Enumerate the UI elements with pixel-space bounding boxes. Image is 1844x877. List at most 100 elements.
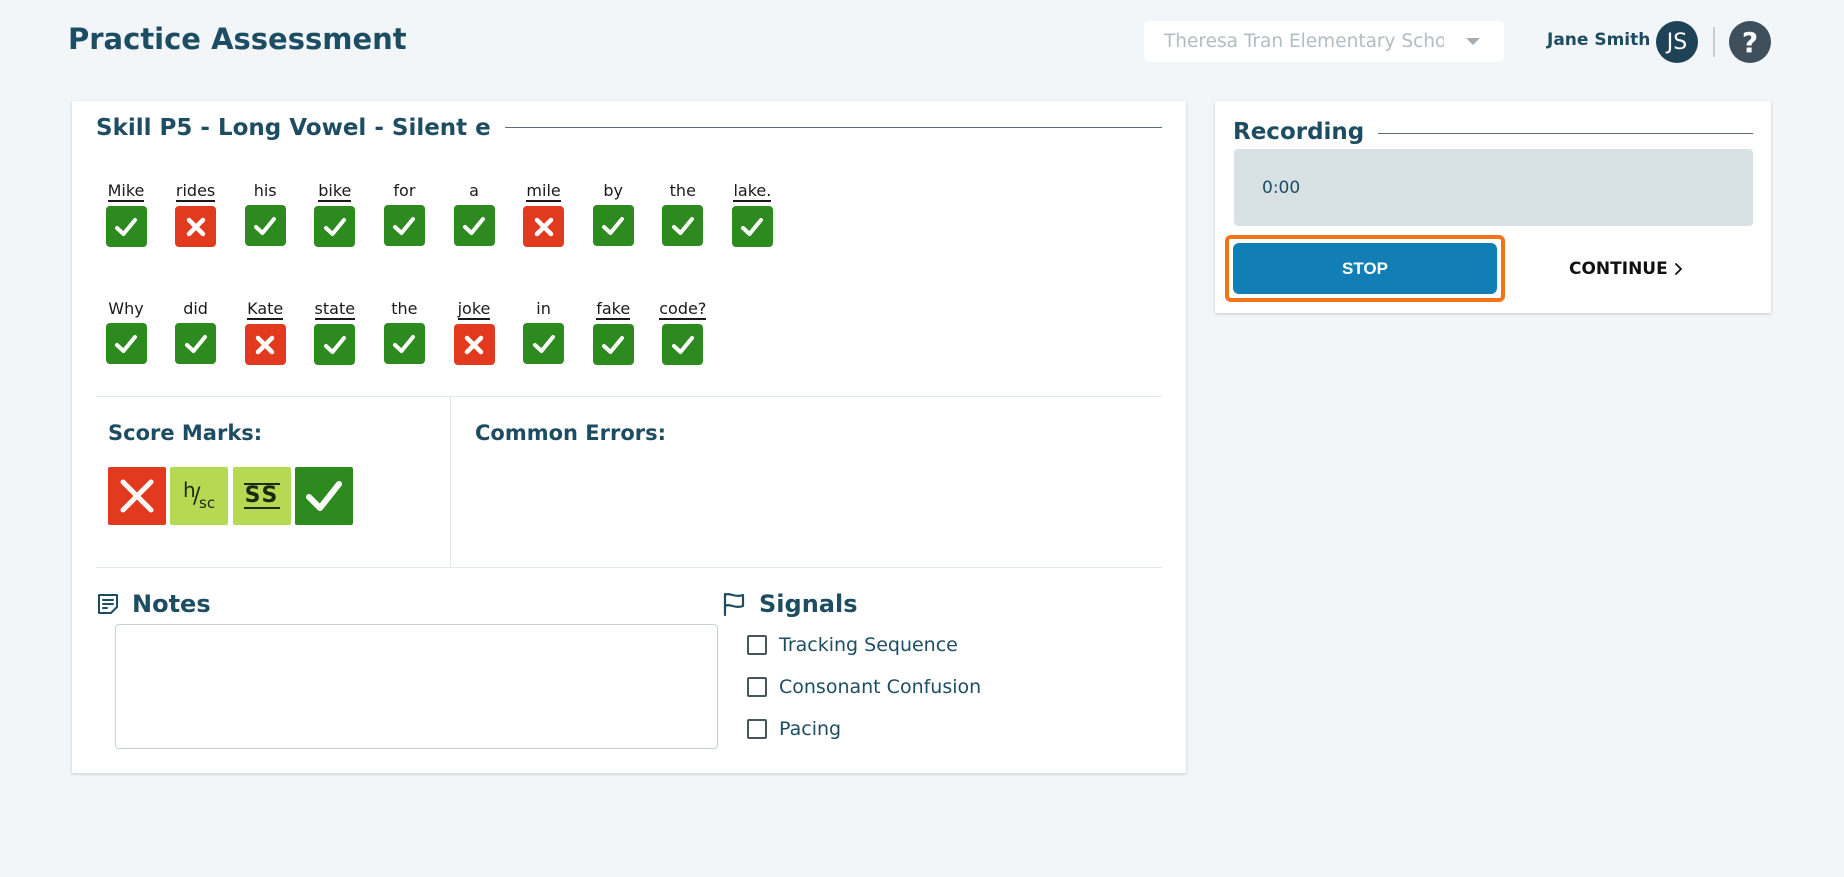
continue-button[interactable]: CONTINUE	[1569, 259, 1684, 279]
check-icon	[322, 214, 348, 240]
self-correct-bottom: sc	[199, 494, 216, 512]
word-text: Mike	[107, 181, 145, 202]
signal-label: Consonant Confusion	[779, 676, 982, 698]
word-correct-mark[interactable]	[105, 323, 147, 364]
signal-checkbox[interactable]	[747, 677, 767, 697]
word-item: lake.	[727, 181, 777, 247]
word-item: his	[240, 181, 290, 246]
word-correct-mark[interactable]	[175, 323, 217, 364]
word-correct-mark[interactable]	[453, 205, 495, 246]
word-text: mile	[526, 181, 561, 202]
section-divider	[96, 396, 1162, 397]
word-item: Kate	[240, 299, 290, 365]
signals-label: Signals	[759, 590, 858, 618]
check-icon	[252, 213, 278, 239]
word-correct-mark[interactable]	[662, 324, 704, 365]
word-item: bike	[310, 181, 360, 247]
x-icon	[532, 215, 556, 239]
check-icon	[183, 331, 209, 357]
continue-label: CONTINUE	[1569, 259, 1668, 279]
self-correct-icon: h / sc	[183, 478, 216, 512]
score-mark-sound-spell-button[interactable]: SS	[233, 467, 291, 525]
word-correct-mark[interactable]	[314, 206, 356, 247]
check-icon	[461, 213, 487, 239]
word-correct-mark[interactable]	[731, 206, 773, 247]
word-item: Mike	[101, 181, 151, 247]
signal-tracking-sequence[interactable]: Tracking Sequence	[747, 634, 958, 656]
word-error-mark[interactable]	[453, 324, 495, 365]
chevron-down-icon	[1466, 38, 1480, 45]
word-item: rides	[171, 181, 221, 247]
notes-label: Notes	[132, 590, 211, 618]
help-icon[interactable]: ?	[1729, 21, 1771, 63]
signal-pacing[interactable]: Pacing	[747, 718, 841, 740]
word-correct-mark[interactable]	[662, 205, 704, 246]
word-text: the	[391, 299, 418, 318]
word-item: code?	[658, 299, 708, 365]
check-icon	[113, 214, 139, 240]
notes-header: Notes	[96, 590, 211, 618]
signal-checkbox[interactable]	[747, 635, 767, 655]
sound-spell-label: SS	[243, 483, 281, 509]
check-icon	[600, 213, 626, 239]
word-correct-mark[interactable]	[105, 206, 147, 247]
recording-card: Recording 0:00 STOP CONTINUE	[1215, 101, 1771, 313]
word-text: state	[314, 299, 356, 320]
word-error-mark[interactable]	[523, 206, 565, 247]
check-icon	[739, 214, 765, 240]
timer-value: 0:00	[1262, 177, 1301, 198]
chevron-right-icon	[1674, 263, 1683, 275]
score-marks-label: Score Marks:	[108, 421, 263, 445]
school-select-value: Theresa Tran Elementary School	[1164, 31, 1444, 52]
word-correct-mark[interactable]	[383, 323, 425, 364]
signals-header: Signals	[721, 590, 857, 618]
notes-textarea[interactable]	[115, 624, 718, 749]
school-select[interactable]: Theresa Tran Elementary School	[1144, 21, 1504, 62]
word-item: Why	[101, 299, 151, 364]
word-text: joke	[457, 299, 491, 320]
stop-button-focus-ring: STOP	[1225, 235, 1505, 302]
check-icon	[531, 331, 557, 357]
x-icon	[253, 333, 277, 357]
word-correct-mark[interactable]	[244, 205, 286, 246]
recording-timer: 0:00	[1234, 149, 1753, 226]
word-text: for	[393, 181, 416, 200]
word-correct-mark[interactable]	[592, 205, 634, 246]
word-text: rides	[175, 181, 216, 202]
avatar[interactable]: JS	[1656, 21, 1698, 63]
score-mark-error-button[interactable]	[108, 467, 166, 525]
word-item: by	[588, 181, 638, 246]
word-correct-mark[interactable]	[314, 324, 356, 365]
assessment-card: Skill P5 - Long Vowel - Silent e Mike rid…	[72, 101, 1186, 773]
word-error-mark[interactable]	[244, 324, 286, 365]
score-mark-correct-button[interactable]	[295, 467, 353, 525]
word-correct-mark[interactable]	[523, 323, 565, 364]
header-divider	[1713, 27, 1715, 57]
signal-consonant-confusion[interactable]: Consonant Confusion	[747, 676, 981, 698]
word-item: a	[449, 181, 499, 246]
word-item: joke	[449, 299, 499, 365]
signal-checkbox[interactable]	[747, 719, 767, 739]
word-error-mark[interactable]	[175, 206, 217, 247]
score-mark-self-correct-button[interactable]: h / sc	[170, 467, 228, 525]
user-name: Jane Smith	[1547, 30, 1651, 50]
word-text: in	[536, 299, 551, 318]
word-item: mile	[519, 181, 569, 247]
word-correct-mark[interactable]	[383, 205, 425, 246]
x-icon	[120, 479, 154, 513]
word-text: a	[469, 181, 479, 200]
stop-button[interactable]: STOP	[1233, 243, 1497, 294]
x-icon	[184, 215, 208, 239]
flag-icon	[723, 592, 745, 617]
word-text: his	[253, 181, 277, 200]
section-divider-vertical	[450, 397, 451, 567]
word-text: Why	[108, 299, 144, 318]
word-correct-mark[interactable]	[592, 324, 634, 365]
word-item: the	[379, 299, 429, 364]
word-text: the	[669, 181, 696, 200]
word-item: fake	[588, 299, 638, 365]
page-title: Practice Assessment	[68, 22, 407, 56]
check-icon	[306, 481, 342, 511]
word-item: did	[171, 299, 221, 364]
skill-title: Skill P5 - Long Vowel - Silent e	[96, 115, 505, 141]
